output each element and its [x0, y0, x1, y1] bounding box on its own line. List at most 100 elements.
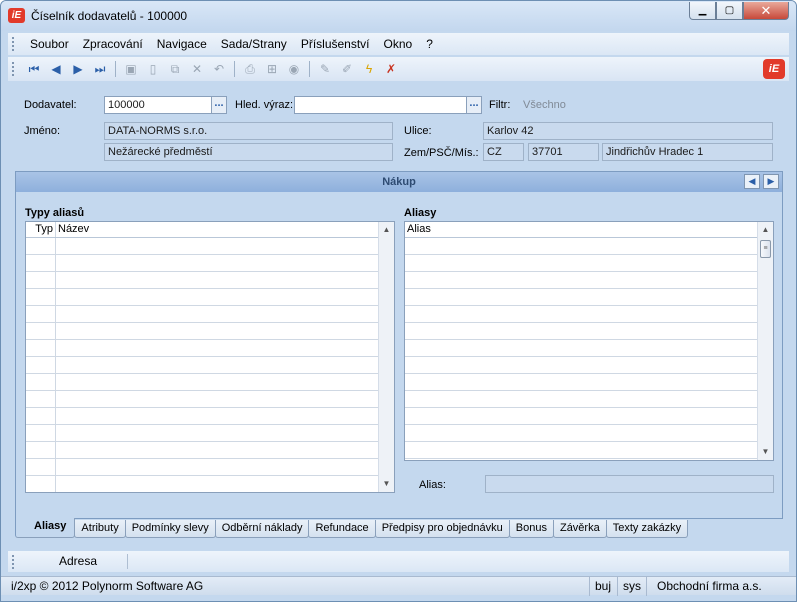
menu-help[interactable]: ?: [419, 37, 440, 51]
next-record-icon[interactable]: ▶: [69, 60, 87, 78]
table-cell[interactable]: [26, 272, 56, 288]
table-row[interactable]: [405, 255, 773, 272]
table-cell[interactable]: [26, 357, 56, 373]
table-row[interactable]: [26, 340, 394, 357]
previous-record-icon[interactable]: ◀: [47, 60, 65, 78]
table-row[interactable]: [405, 340, 773, 357]
table-cell[interactable]: [26, 459, 56, 475]
alias-field[interactable]: [485, 475, 774, 493]
menu-zpracovani[interactable]: Zpracování: [76, 37, 150, 51]
menu-prislusenstvi[interactable]: Příslušenství: [294, 37, 377, 51]
table-row[interactable]: [26, 238, 394, 255]
table-row[interactable]: [26, 255, 394, 272]
clear-filter-icon[interactable]: ✗: [382, 60, 400, 78]
column-header-typ[interactable]: Typ: [26, 222, 56, 237]
supplier-input[interactable]: 100000: [104, 96, 214, 114]
tab-texty-zakazky[interactable]: Texty zakázky: [605, 520, 689, 538]
aliases-grid[interactable]: Alias ▲ ≡ ▼: [404, 221, 774, 461]
tab-zaverka[interactable]: Závěrka: [552, 520, 607, 538]
new-document-icon[interactable]: ▯: [144, 60, 162, 78]
table-row[interactable]: [405, 289, 773, 306]
search-input[interactable]: [294, 96, 468, 114]
table-row[interactable]: [405, 374, 773, 391]
table-row[interactable]: [26, 374, 394, 391]
print-icon[interactable]: ⎙: [241, 60, 259, 78]
app-logo-icon[interactable]: iE: [8, 8, 25, 23]
table-row[interactable]: [405, 357, 773, 374]
table-cell[interactable]: [26, 476, 56, 492]
table-row[interactable]: [405, 272, 773, 289]
alias-types-grid[interactable]: Typ Název ▲ ▼: [25, 221, 395, 493]
tab-aliasy[interactable]: Aliasy: [15, 518, 76, 538]
table-row[interactable]: [26, 408, 394, 425]
table-row[interactable]: [26, 459, 394, 476]
table-cell[interactable]: [26, 238, 56, 254]
table-cell[interactable]: [26, 374, 56, 390]
table-row[interactable]: [405, 425, 773, 442]
minimize-button[interactable]: ▁: [689, 2, 716, 20]
next-section-icon[interactable]: ▶: [763, 174, 779, 189]
table-row[interactable]: [405, 323, 773, 340]
column-header-alias[interactable]: Alias: [405, 222, 431, 237]
toolbar-grip[interactable]: [12, 62, 15, 76]
tab-odberni-naklady[interactable]: Odběrní náklady: [214, 520, 310, 538]
tab-predpisy[interactable]: Předpisy pro objednávku: [374, 520, 510, 538]
table-cell[interactable]: [26, 306, 56, 322]
table-row[interactable]: [26, 442, 394, 459]
tab-refundace[interactable]: Refundace: [308, 520, 376, 538]
maximize-button[interactable]: ▢: [716, 2, 743, 20]
alias-types-scrollbar[interactable]: ▲ ▼: [378, 222, 394, 492]
table-row[interactable]: [405, 306, 773, 323]
scroll-up-icon[interactable]: ▲: [379, 222, 394, 238]
scroll-thumb[interactable]: ≡: [760, 240, 771, 258]
table-row[interactable]: [26, 391, 394, 408]
highlight-icon[interactable]: ✐: [338, 60, 356, 78]
table-row[interactable]: [405, 238, 773, 255]
scroll-down-icon[interactable]: ▼: [379, 476, 394, 492]
edit-icon[interactable]: ✎: [316, 60, 334, 78]
table-row[interactable]: [405, 408, 773, 425]
table-row[interactable]: [405, 391, 773, 408]
table-row[interactable]: [26, 323, 394, 340]
menu-grip[interactable]: [12, 37, 15, 51]
table-cell[interactable]: [26, 391, 56, 407]
menu-navigace[interactable]: Navigace: [150, 37, 214, 51]
copy-icon[interactable]: ⧉: [166, 60, 184, 78]
tab-podminky-slevy[interactable]: Podmínky slevy: [124, 520, 216, 538]
table-cell[interactable]: [26, 323, 56, 339]
bottom-grip[interactable]: [12, 554, 15, 569]
table-row[interactable]: [26, 289, 394, 306]
aliases-scrollbar[interactable]: ▲ ≡ ▼: [757, 222, 773, 460]
table-row[interactable]: [26, 476, 394, 492]
table-row[interactable]: [26, 425, 394, 442]
title-bar[interactable]: iE Číselník dodavatelů - 100000 ▁ ▢ ✕: [1, 1, 796, 31]
table-cell[interactable]: [26, 289, 56, 305]
table-cell[interactable]: [26, 425, 56, 441]
table-row[interactable]: [26, 306, 394, 323]
table-row[interactable]: [405, 442, 773, 459]
menu-soubor[interactable]: Soubor: [23, 37, 76, 51]
record-icon[interactable]: ◉: [285, 60, 303, 78]
filter-icon[interactable]: ϟ: [360, 60, 378, 78]
table-row[interactable]: [26, 357, 394, 374]
table-cell[interactable]: [26, 408, 56, 424]
table-cell[interactable]: [26, 255, 56, 271]
column-header-nazev[interactable]: Název: [56, 222, 89, 237]
supplier-lookup-button[interactable]: ...: [211, 96, 227, 114]
menu-sada-strany[interactable]: Sada/Strany: [214, 37, 294, 51]
menu-okno[interactable]: Okno: [377, 37, 420, 51]
close-button[interactable]: ✕: [743, 2, 789, 20]
table-row[interactable]: [26, 272, 394, 289]
first-record-icon[interactable]: ⏮: [25, 60, 43, 78]
tab-atributy[interactable]: Atributy: [74, 520, 126, 538]
delete-icon[interactable]: ✕: [188, 60, 206, 78]
undo-icon[interactable]: ↶: [210, 60, 228, 78]
prev-section-icon[interactable]: ◀: [744, 174, 760, 189]
address-button[interactable]: Adresa: [23, 554, 129, 569]
search-lookup-button[interactable]: ...: [466, 96, 482, 114]
filter-value[interactable]: Všechno: [523, 99, 566, 111]
table-cell[interactable]: [26, 340, 56, 356]
save-icon[interactable]: ▣: [122, 60, 140, 78]
last-record-icon[interactable]: ⏭: [91, 60, 109, 78]
scroll-down-icon[interactable]: ▼: [758, 444, 773, 460]
